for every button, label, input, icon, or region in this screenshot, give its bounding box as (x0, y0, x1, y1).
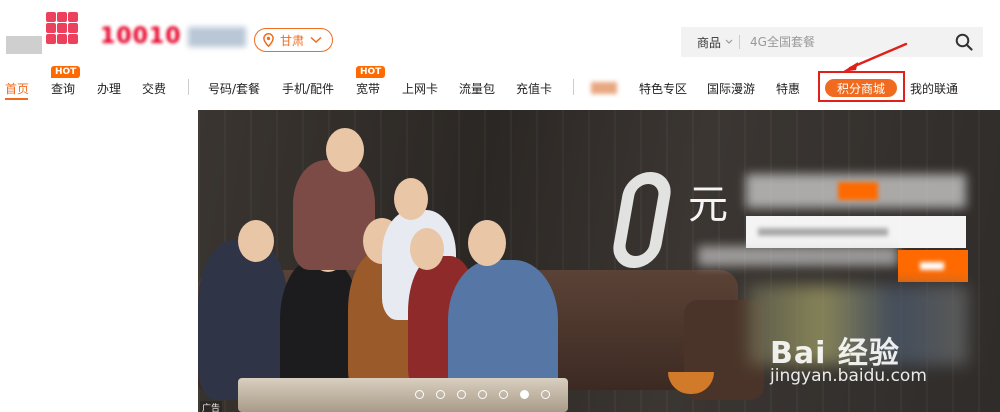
search-category-label: 商品 (697, 35, 722, 50)
nav-item-my-unicom[interactable]: 我的联通 (910, 80, 958, 97)
banner-person-graphic (198, 240, 288, 400)
nav-item-home[interactable]: 首页 (5, 80, 29, 97)
hot-badge: HOT (356, 66, 386, 78)
banner-promo-text-blurred (758, 228, 888, 236)
carousel-dot[interactable] (415, 390, 424, 399)
nav-item-data-pack[interactable]: 流量包 (459, 80, 495, 97)
carousel-dot-active[interactable] (520, 390, 529, 399)
annotation-arrow-icon (842, 42, 908, 72)
logo-gray-block (6, 36, 42, 54)
banner-subtitle-blurred (698, 246, 898, 266)
banner-face-graphic (238, 220, 274, 262)
carousel-dot[interactable] (499, 390, 508, 399)
nav-item-broadband[interactable]: 宽带 (356, 80, 380, 97)
search-icon[interactable] (955, 33, 973, 51)
nav-item-payment[interactable]: 交费 (142, 80, 166, 97)
ad-label: 广告 (200, 401, 223, 412)
banner-face-graphic (326, 128, 364, 172)
hot-badge: HOT (51, 66, 81, 78)
nav-active-underline (5, 98, 28, 100)
hero-banner[interactable]: 元 Bai 经验 jingyan.baidu.com 广告 (198, 110, 1000, 412)
search-category-select[interactable]: 商品 (681, 34, 733, 51)
nav-item-recharge-card[interactable]: 充值卡 (516, 80, 552, 97)
carousel-dot[interactable] (457, 390, 466, 399)
carousel-dot[interactable] (478, 390, 487, 399)
nav-item-data-card[interactable]: 上网卡 (402, 80, 438, 97)
location-pin-icon (263, 33, 274, 47)
nav-item-handle[interactable]: 办理 (97, 80, 121, 97)
nav-item-deals[interactable]: 特惠 (776, 80, 800, 97)
brand-hotline-text: 10010 (100, 24, 182, 49)
nav-divider (573, 79, 574, 95)
search-bar: 商品 (681, 27, 983, 57)
carousel-dot[interactable] (541, 390, 550, 399)
chevron-down-icon (725, 39, 733, 44)
brand-blurred-block (188, 27, 246, 47)
banner-face-graphic (468, 220, 506, 266)
search-divider (739, 35, 741, 49)
region-label: 甘肃 (280, 33, 305, 48)
nav-divider (188, 79, 189, 95)
chevron-down-icon (310, 36, 322, 44)
nav-blurred-item[interactable] (591, 82, 617, 94)
watermark-url: jingyan.baidu.com (770, 366, 927, 386)
nav-item-featured[interactable]: 特色专区 (639, 80, 687, 97)
region-selector[interactable]: 甘肃 (254, 28, 334, 52)
china-unicom-logo-icon[interactable] (46, 12, 78, 44)
nav-item-number-plan[interactable]: 号码/套餐 (208, 80, 260, 97)
nav-item-phones[interactable]: 手机/配件 (282, 80, 334, 97)
nav-item-roaming[interactable]: 国际漫游 (707, 80, 755, 97)
banner-face-graphic (394, 178, 428, 220)
nav-item-query[interactable]: 查询 (51, 80, 75, 97)
banner-cta-text-blurred (920, 262, 944, 270)
banner-headline-highlight (838, 182, 878, 200)
banner-headline-char: 元 (688, 182, 728, 228)
carousel-indicators (415, 390, 550, 399)
banner-face-graphic (410, 228, 444, 270)
carousel-dot[interactable] (436, 390, 445, 399)
banner-person-graphic (293, 160, 375, 270)
